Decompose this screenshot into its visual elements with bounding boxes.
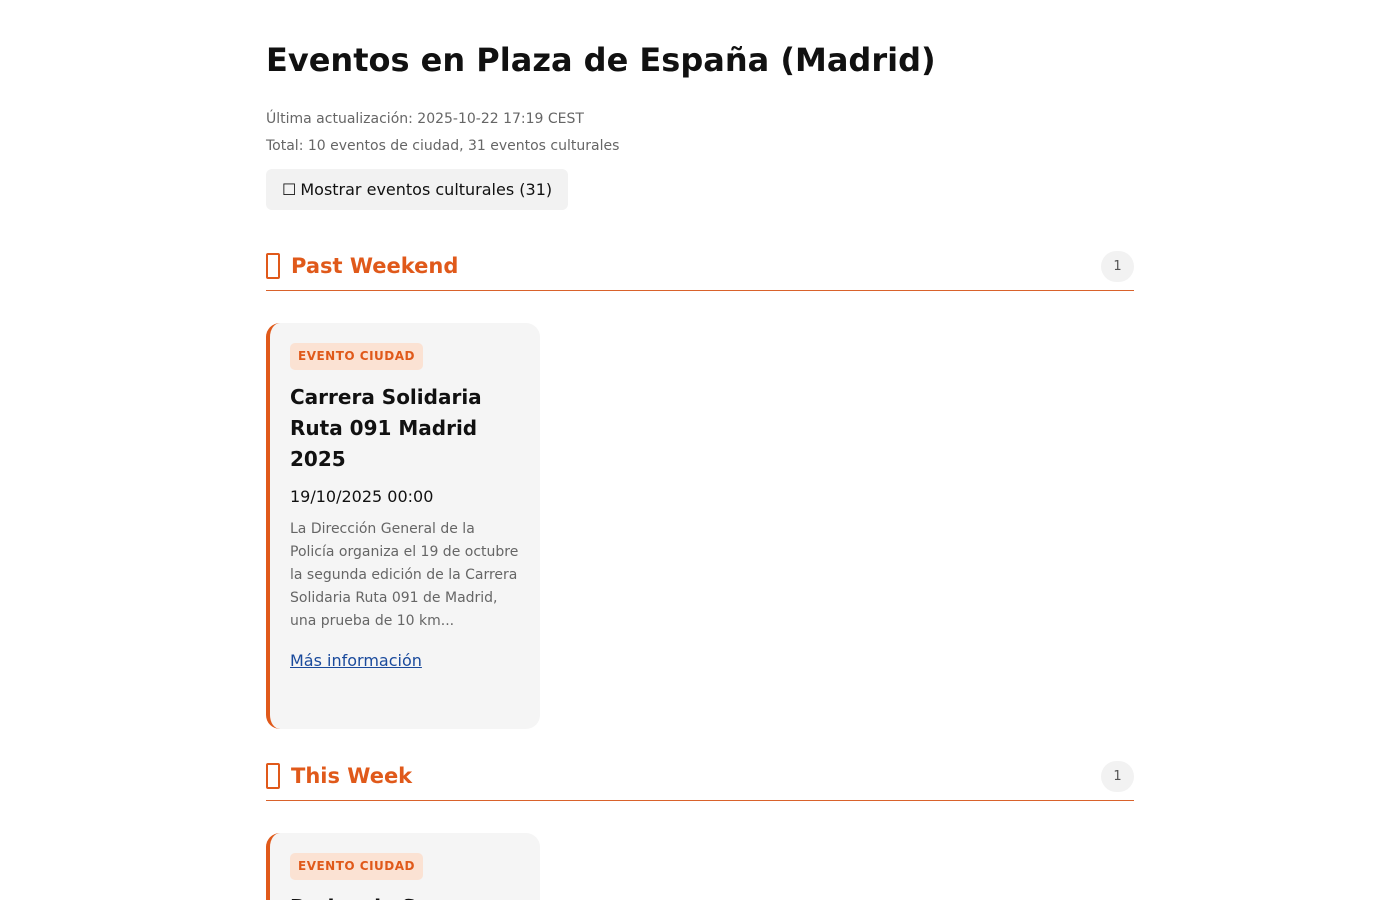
event-type-badge: EVENTO CIUDAD xyxy=(290,853,424,880)
event-title: Dadas de S... xyxy=(290,892,520,900)
total-events-text: Total: 10 eventos de ciudad, 31 eventos … xyxy=(266,138,620,154)
calendar-icon xyxy=(266,763,280,789)
checkbox-icon: ☐ xyxy=(282,180,297,199)
section-title: Past Weekend xyxy=(291,254,459,278)
last-updated-text: Última actualización: 2025-10-22 17:19 C… xyxy=(266,111,584,127)
section-count-badge: 1 xyxy=(1101,251,1134,282)
more-info-link[interactable]: Más información xyxy=(290,650,422,672)
toggle-label: Mostrar eventos culturales (31) xyxy=(300,180,553,199)
event-card: EVENTO CIUDAD Carrera Solidaria Ruta 091… xyxy=(266,323,540,729)
event-card: EVENTO CIUDAD Dadas de S... xyxy=(266,833,540,900)
event-date: 19/10/2025 00:00 xyxy=(290,487,434,506)
event-description: La Dirección General de la Policía organ… xyxy=(290,521,519,629)
show-cultural-events-toggle[interactable]: ☐ Mostrar eventos culturales (31) xyxy=(266,169,569,210)
event-title: Carrera Solidaria Ruta 091 Madrid 2025 xyxy=(290,385,482,471)
section-header-past-weekend: Past Weekend 1 xyxy=(266,251,1134,291)
page-title: Eventos en Plaza de España (Madrid) xyxy=(266,41,936,79)
section-count-badge: 1 xyxy=(1101,761,1134,792)
calendar-icon xyxy=(266,253,280,279)
section-title: This Week xyxy=(291,764,413,788)
section-header-this-week: This Week 1 xyxy=(266,761,1134,801)
event-type-badge: EVENTO CIUDAD xyxy=(290,343,424,370)
